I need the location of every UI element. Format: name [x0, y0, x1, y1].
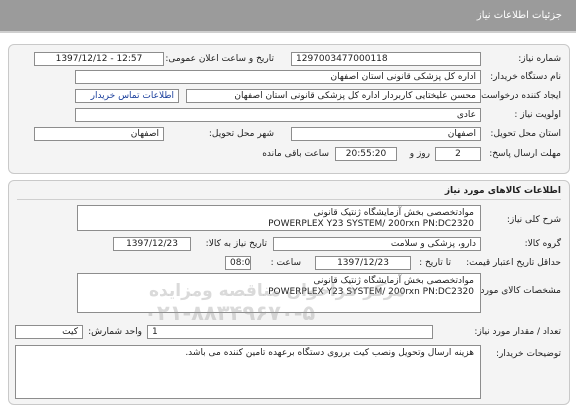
city-label: شهر محل تحویل: — [208, 129, 274, 139]
hour-field: 08:00 — [225, 256, 251, 270]
deadline-label: مهلت ارسال پاسخ: — [489, 149, 561, 159]
qty-field: 1 — [147, 325, 433, 339]
summary-line-2: POWERPLEX Y23 SYSTEM/ 200rxn PN:DC2320 — [268, 219, 474, 229]
buyer-field: اداره کل پزشکی قانونی استان اصفهان — [75, 70, 481, 84]
need-info-panel: شماره نیاز: 1297003477000118 تاریخ و ساع… — [8, 44, 570, 174]
summary-line-1: موادتخصصی بخش آزمایشگاه ژنتیک قانونی — [313, 208, 474, 218]
need-date-label: تاریخ نیاز به کالا: — [205, 239, 267, 249]
buyer-label: نام دستگاه خریدار: — [490, 72, 561, 82]
notes-label: توضیحات خریدار: — [495, 349, 561, 359]
summary-label: شرح کلی نیاز: — [506, 215, 561, 225]
deadline-days-field: 2 — [435, 147, 481, 161]
priority-field: عادی — [75, 108, 481, 122]
to-date-label: تا تاریخ : — [419, 258, 451, 268]
creator-field: محسن علیختایی کاربردار اداره کل پزشکی قا… — [186, 89, 481, 103]
remaining-label: ساعت باقی مانده — [262, 149, 329, 159]
page-header: جزئیات اطلاعات نیاز — [0, 0, 576, 33]
announce-date-field: 1397/12/12 - 12:57 — [34, 52, 164, 66]
page-title: جزئیات اطلاعات نیاز — [476, 10, 562, 21]
min-price-date-field: 1397/12/23 — [315, 256, 411, 270]
watermark-phone: ۰۲۱-۸۸۳۴۹۶۷۰-۵ — [144, 301, 316, 325]
watermark-brand: مرکز فراخوان مناقصه ومزایده — [149, 281, 405, 301]
group-label: گروه کالا: — [524, 239, 561, 249]
province-field: اصفهان — [291, 127, 481, 141]
qty-label: تعداد / مقدار مورد نیاز: — [474, 327, 561, 337]
goods-section-title: اطلاعات کالاهای مورد نیاز — [444, 186, 561, 196]
province-label: استان محل تحویل: — [490, 129, 561, 139]
need-number-field: 1297003477000118 — [291, 52, 481, 66]
notes-field: هزینه ارسال وتحویل ونصب کیت برروی دستگاه… — [15, 345, 481, 399]
buyer-contact-link[interactable]: اطلاعات تماس خریدار — [75, 89, 179, 103]
goods-info-panel: اطلاعات کالاهای مورد نیاز شرح کلی نیاز: … — [8, 180, 570, 405]
notes-text: هزینه ارسال وتحویل ونصب کیت برروی دستگاه… — [185, 348, 474, 358]
creator-label: ایجاد کننده درخواست: — [478, 91, 561, 101]
need-number-label: شماره نیاز: — [518, 54, 561, 64]
group-field: دارو، پزشکی و سلامت — [273, 237, 481, 251]
section-divider — [17, 199, 561, 200]
hour-label: ساعت : — [270, 258, 301, 268]
city-field: اصفهان — [34, 127, 164, 141]
days-word: روز و — [409, 149, 430, 159]
summary-field: موادتخصصی بخش آزمایشگاه ژنتیک قانونی POW… — [77, 205, 481, 231]
priority-label: اولویت نیاز : — [514, 110, 561, 120]
min-price-label: حداقل تاریخ اعتبار قیمت: — [466, 258, 561, 268]
need-date-field: 1397/12/23 — [113, 237, 191, 251]
announce-date-label: تاریخ و ساعت اعلان عمومی: — [165, 54, 274, 64]
unit-field: کیت — [15, 325, 83, 339]
deadline-time-field: 20:55:20 — [335, 147, 397, 161]
unit-label: واحد شمارش: — [88, 327, 142, 337]
